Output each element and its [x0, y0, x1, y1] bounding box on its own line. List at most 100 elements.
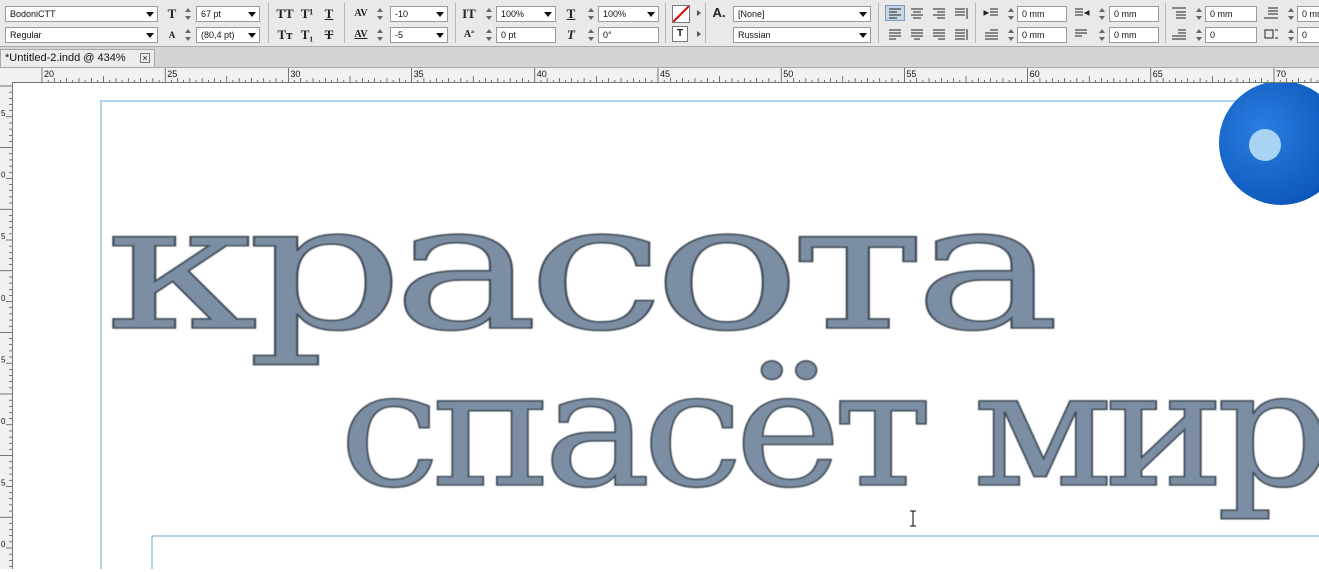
character-style-select[interactable]: [None]: [733, 6, 871, 22]
right-indent-field[interactable]: 0 mm: [1109, 6, 1159, 22]
space-after-field[interactable]: 0 mm: [1297, 6, 1319, 22]
skew-field[interactable]: 0°: [598, 27, 659, 43]
chevron-down-icon: [436, 12, 444, 17]
underline-icon[interactable]: T: [320, 6, 338, 22]
font-size-field[interactable]: 67 pt: [196, 6, 260, 22]
ruler-label: 0: [1, 417, 6, 426]
control-panel: BodoniCTT Regular T A 67 pt (80,4 pt) TT…: [0, 0, 1319, 47]
vertical-scale-icon: IT: [462, 6, 476, 21]
font-family-select[interactable]: BodoniCTT: [5, 6, 158, 22]
justify-center-icon[interactable]: [908, 27, 926, 41]
kerning-icon: AV: [354, 8, 368, 19]
stroke-swatch-icon[interactable]: T: [672, 26, 688, 42]
tracking-icon: AV: [354, 29, 368, 40]
last-line-indent-stepper[interactable]: [1098, 27, 1106, 43]
drop-cap-lines-icon: [1172, 29, 1186, 40]
drop-cap-chars-icon: [1264, 29, 1278, 39]
font-style-select[interactable]: Regular: [5, 27, 158, 43]
ruler-label: 45: [660, 69, 670, 79]
align-left-icon: [889, 8, 901, 19]
drop-cap-chars-field[interactable]: 0: [1297, 27, 1319, 43]
baseline-shift-icon: Aª: [463, 29, 475, 40]
character-style-icon: A.: [712, 5, 726, 20]
left-indent-stepper[interactable]: [1007, 6, 1015, 22]
skew-stepper[interactable]: [587, 27, 595, 43]
justify-all-icon[interactable]: [952, 27, 970, 41]
superscript-icon[interactable]: T¹: [298, 6, 316, 22]
justify-right-icon[interactable]: [930, 27, 948, 41]
ruler-label: 30: [290, 69, 300, 79]
first-line-indent-stepper[interactable]: [1007, 27, 1015, 43]
align-left-button[interactable]: [885, 5, 905, 21]
chevron-down-icon: [248, 33, 256, 38]
last-line-indent-icon: [1075, 29, 1087, 37]
divider: [455, 3, 456, 43]
baseline-shift-stepper[interactable]: [485, 27, 493, 43]
space-after-stepper[interactable]: [1287, 6, 1295, 22]
document-tab-label: *Untitled-2.indd @ 434%: [5, 52, 126, 64]
leading-icon: A: [168, 30, 176, 40]
strikethrough-icon[interactable]: T: [320, 27, 338, 43]
chevron-down-icon: [146, 33, 154, 38]
vertical-ruler[interactable]: 5 0 5 0 5 0 5 0: [0, 82, 13, 569]
baseline-shift-field[interactable]: 0 pt: [496, 27, 556, 43]
space-before-icon: [1172, 7, 1186, 19]
tracking-stepper[interactable]: [376, 27, 384, 43]
document-canvas[interactable]: красота спасёт мир: [13, 83, 1319, 569]
space-before-field[interactable]: 0 mm: [1205, 6, 1257, 22]
kerning-field[interactable]: -10: [390, 6, 448, 22]
left-indent-field[interactable]: 0 mm: [1017, 6, 1067, 22]
language-select[interactable]: Russian: [733, 27, 871, 43]
align-right-icon[interactable]: [930, 6, 948, 20]
vertical-scale-field[interactable]: 100%: [496, 6, 556, 22]
first-line-indent-field[interactable]: 0 mm: [1017, 27, 1067, 43]
right-indent-stepper[interactable]: [1098, 6, 1106, 22]
leading-stepper[interactable]: [184, 27, 192, 43]
leading-field[interactable]: (80,4 pt): [196, 27, 260, 43]
ruler-label: 5: [1, 232, 6, 241]
all-caps-icon[interactable]: TT: [276, 6, 294, 22]
ruler-label: 40: [537, 69, 547, 79]
divider: [344, 3, 345, 43]
vertical-ruler-ticks: 5 0 5 0 5 0 5 0: [0, 85, 12, 567]
align-towards-spine-icon[interactable]: [952, 6, 970, 20]
space-before-stepper[interactable]: [1195, 6, 1203, 22]
ruler-label: 55: [906, 69, 916, 79]
divider: [268, 3, 269, 43]
chevron-down-icon: [248, 12, 256, 17]
chevron-right-icon[interactable]: [697, 31, 701, 37]
chevron-down-icon: [859, 33, 867, 38]
horizontal-ruler-ticks: 2025303540455055606570758085909510010511…: [41, 68, 1318, 82]
divider: [665, 3, 666, 43]
headline-line-2: спасёт мир: [339, 336, 1319, 524]
ruler-label: 0: [1, 294, 6, 303]
chevron-right-icon[interactable]: [697, 10, 701, 16]
small-caps-icon[interactable]: Tт: [276, 27, 294, 43]
ruler-label: 5: [1, 355, 6, 364]
horizontal-ruler[interactable]: 2025303540455055606570758085909510010511…: [0, 68, 1319, 83]
tracking-field[interactable]: -5: [390, 27, 448, 43]
chevron-down-icon: [436, 33, 444, 38]
horizontal-scale-icon: T: [566, 6, 576, 21]
drop-cap-lines-field[interactable]: 0: [1205, 27, 1257, 43]
chevron-down-icon: [544, 12, 552, 17]
space-after-icon: [1264, 7, 1278, 19]
font-size-stepper[interactable]: [184, 6, 192, 22]
horizontal-scale-stepper[interactable]: [587, 6, 595, 22]
justify-left-icon[interactable]: [886, 27, 904, 41]
subscript-icon[interactable]: T₁: [298, 27, 316, 43]
drop-cap-lines-stepper[interactable]: [1195, 27, 1203, 43]
align-center-icon[interactable]: [908, 6, 926, 20]
drop-cap-chars-stepper[interactable]: [1287, 27, 1295, 43]
fill-none-swatch-icon[interactable]: [672, 5, 690, 23]
vertical-scale-stepper[interactable]: [485, 6, 493, 22]
first-line-indent-icon: [985, 29, 998, 40]
close-icon[interactable]: ×: [140, 53, 150, 63]
horizontal-scale-field[interactable]: 100%: [598, 6, 659, 22]
divider: [975, 3, 976, 43]
text-cursor-icon: [910, 510, 916, 527]
document-tab[interactable]: *Untitled-2.indd @ 434% ×: [0, 49, 155, 67]
last-line-indent-field[interactable]: 0 mm: [1109, 27, 1159, 43]
chevron-down-icon: [859, 12, 867, 17]
kerning-stepper[interactable]: [376, 6, 384, 22]
